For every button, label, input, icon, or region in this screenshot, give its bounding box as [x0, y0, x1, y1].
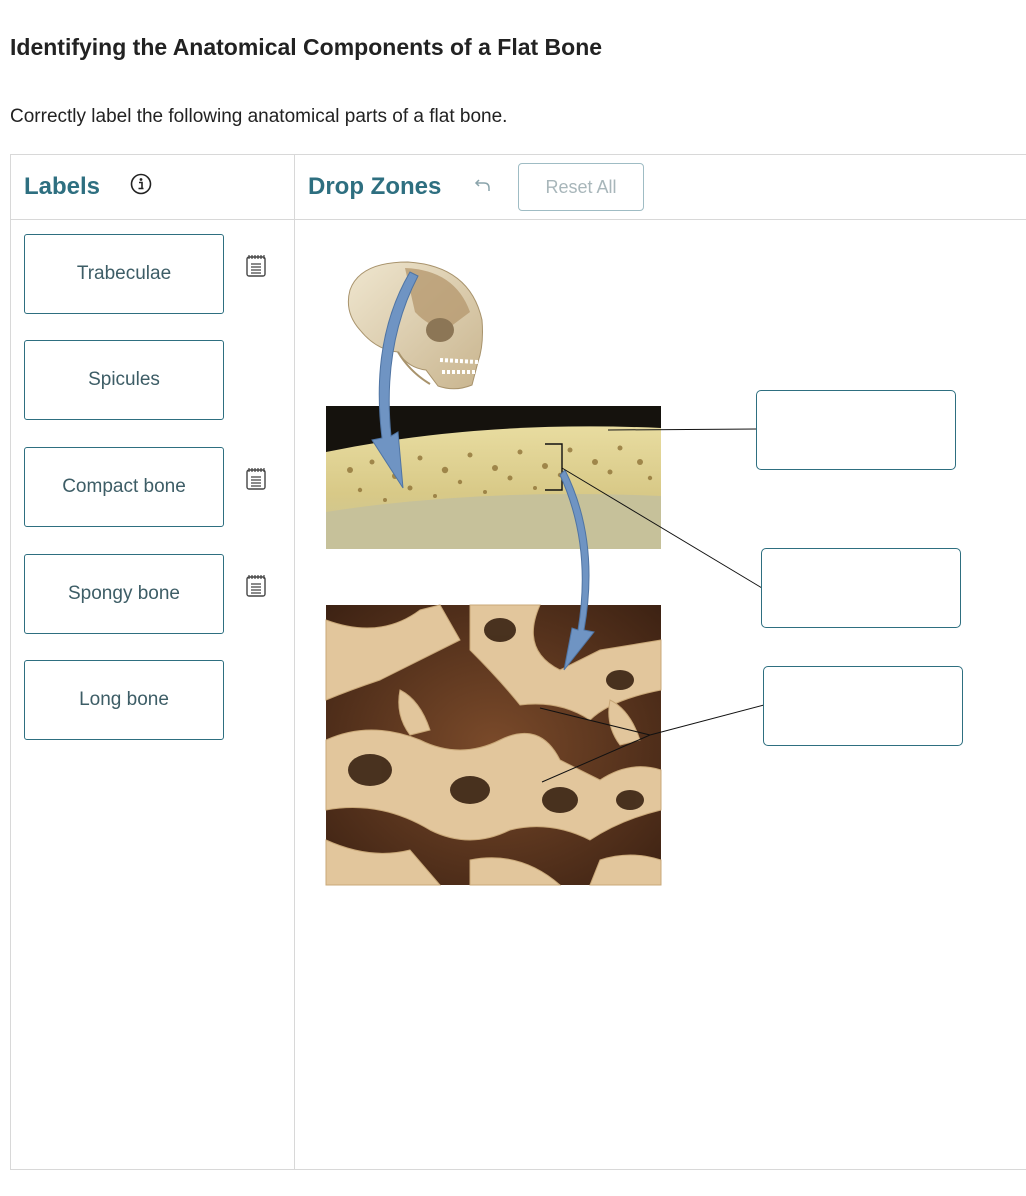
- drop-zones-heading: Drop Zones: [308, 173, 442, 200]
- drop-zone-2[interactable]: [761, 548, 961, 628]
- page-title: Identifying the Anatomical Components of…: [10, 34, 603, 60]
- drop-zone-1[interactable]: [756, 390, 956, 470]
- notepad-icon[interactable]: [245, 254, 267, 278]
- label-card-trabeculae[interactable]: Trabeculae: [24, 234, 224, 314]
- header-divider: [10, 219, 1026, 220]
- label-card-spongy-bone[interactable]: Spongy bone: [24, 554, 224, 634]
- notepad-icon[interactable]: [245, 574, 267, 598]
- label-card-compact-bone[interactable]: Compact bone: [24, 447, 224, 527]
- labels-heading: Labels: [24, 173, 101, 200]
- bone-cross-section: [326, 406, 661, 549]
- flat-bone-figure: [325, 261, 765, 886]
- reset-all-button[interactable]: Reset All: [518, 163, 644, 211]
- panel-divider: [294, 154, 295, 1170]
- label-card-spicules[interactable]: Spicules: [24, 340, 224, 420]
- notepad-icon[interactable]: [245, 467, 267, 491]
- drop-zone-3[interactable]: [763, 666, 963, 746]
- spongy-bone-micrograph: [325, 604, 662, 886]
- instructions: Correctly label the following anatomical…: [10, 106, 508, 127]
- undo-arrow-icon[interactable]: [472, 178, 492, 194]
- label-card-long-bone[interactable]: Long bone: [24, 660, 224, 740]
- info-circle-icon[interactable]: [130, 173, 152, 195]
